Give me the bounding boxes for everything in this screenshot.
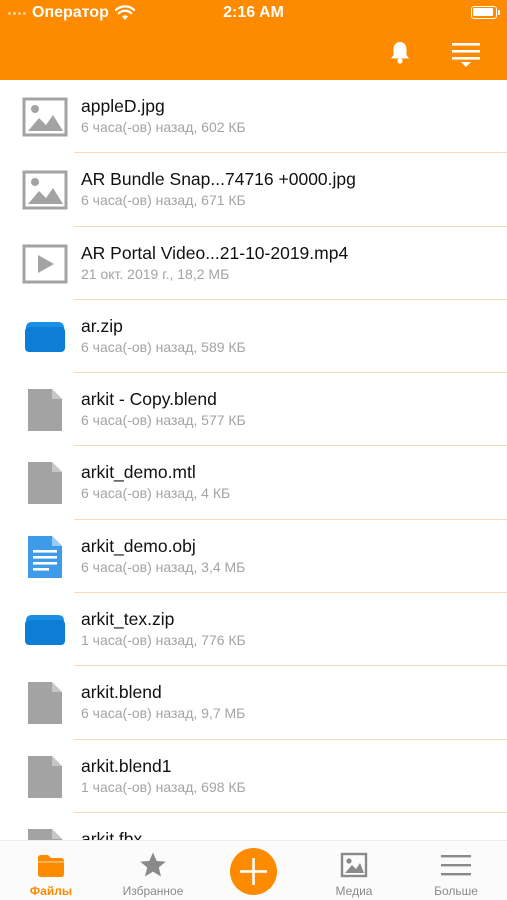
file-name: arkit_demo.obj: [81, 535, 196, 556]
tab-favorites-label: Избранное: [122, 884, 184, 898]
file-name: AR Portal Video...21-10-2019.mp4: [81, 242, 349, 263]
file-meta: 6 часа(-ов) назад, 577 КБ: [81, 412, 246, 429]
file-list[interactable]: appleD.jpg 6 часа(-ов) назад, 602 КБ AR …: [0, 80, 507, 840]
file-row[interactable]: appleD.jpg 6 часа(-ов) назад, 602 КБ: [0, 80, 507, 154]
image-file-icon: [22, 97, 68, 137]
file-name: ar.zip: [81, 315, 123, 336]
tab-more[interactable]: Больше: [406, 841, 506, 900]
tab-media[interactable]: Медиа: [304, 841, 404, 900]
file-row[interactable]: arkit_demo.obj 6 часа(-ов) назад, 3,4 МБ: [0, 520, 507, 594]
star-icon: [140, 852, 166, 877]
sort-menu-button[interactable]: [450, 40, 482, 68]
tab-more-label: Больше: [434, 884, 478, 898]
file-meta: 6 часа(-ов) назад, 589 КБ: [81, 338, 246, 355]
file-meta: 6 часа(-ов) назад, 4 КБ: [81, 485, 231, 502]
file-meta: 1 часа(-ов) назад, 698 КБ: [81, 778, 246, 795]
bell-icon: [391, 42, 409, 64]
media-icon: [340, 852, 368, 878]
battery-icon: [471, 6, 500, 19]
add-button[interactable]: [230, 848, 277, 895]
file-meta: 1 часа(-ов) назад, 776 КБ: [81, 632, 246, 649]
file-row[interactable]: arkit.fbx: [0, 813, 507, 840]
archive-file-icon: [25, 321, 65, 352]
tab-files-label: Файлы: [29, 884, 73, 898]
file-meta: 6 часа(-ов) назад, 602 КБ: [81, 119, 246, 135]
generic-file-icon: [28, 828, 62, 840]
file-row[interactable]: arkit.blend1 1 часа(-ов) назад, 698 КБ: [0, 740, 507, 813]
image-file-icon: [22, 170, 68, 210]
sort-menu-icon: [452, 43, 480, 67]
app-header: Оператор 2:16 AM: [0, 0, 507, 80]
file-name: arkit.fbx: [81, 828, 143, 840]
file-row[interactable]: arkit.blend 6 часа(-ов) назад, 9,7 МБ: [0, 666, 507, 740]
file-meta: 21 окт. 2019 г., 18,2 МБ: [81, 265, 230, 282]
file-row[interactable]: ar.zip 6 часа(-ов) назад, 589 КБ: [0, 300, 507, 374]
tab-favorites[interactable]: Избранное: [103, 841, 203, 900]
file-name: arkit.blend: [81, 682, 162, 703]
plus-icon: [240, 858, 267, 885]
file-name: arkit.blend1: [81, 755, 172, 776]
generic-file-icon: [28, 682, 62, 725]
file-name: arkit - Copy.blend: [81, 389, 217, 410]
file-row[interactable]: arkit - Copy.blend 6 часа(-ов) назад, 57…: [0, 373, 507, 447]
tab-files[interactable]: Файлы: [1, 841, 101, 900]
archive-file-icon: [25, 615, 65, 646]
status-bar: Оператор 2:16 AM: [0, 0, 507, 28]
notifications-button[interactable]: [386, 38, 414, 66]
file-name: appleD.jpg: [81, 96, 165, 116]
file-row[interactable]: AR Portal Video...21-10-2019.mp4 21 окт.…: [0, 227, 507, 300]
generic-file-icon: [28, 462, 62, 505]
tab-media-label: Медиа: [335, 884, 373, 898]
file-name: arkit_demo.mtl: [81, 462, 196, 483]
file-row[interactable]: arkit_demo.mtl 6 часа(-ов) назад, 4 КБ: [0, 446, 507, 520]
generic-file-icon: [28, 389, 62, 432]
folder-icon: [38, 855, 64, 877]
file-meta: 6 часа(-ов) назад, 9,7 МБ: [81, 705, 246, 722]
file-name: AR Bundle Snap...74716 +0000.jpg: [81, 169, 356, 190]
generic-file-icon: [28, 755, 62, 798]
file-row[interactable]: AR Bundle Snap...74716 +0000.jpg 6 часа(…: [0, 153, 507, 227]
more-menu-icon: [441, 855, 471, 876]
file-meta: 6 часа(-ов) назад, 3,4 МБ: [81, 558, 246, 575]
video-file-icon: [22, 244, 68, 284]
file-meta: 6 часа(-ов) назад, 671 КБ: [81, 192, 246, 209]
document-file-icon: [28, 535, 62, 578]
file-name: arkit_tex.zip: [81, 609, 175, 630]
file-row[interactable]: arkit_tex.zip 1 часа(-ов) назад, 776 КБ: [0, 593, 507, 667]
status-time: 2:16 AM: [223, 4, 284, 21]
